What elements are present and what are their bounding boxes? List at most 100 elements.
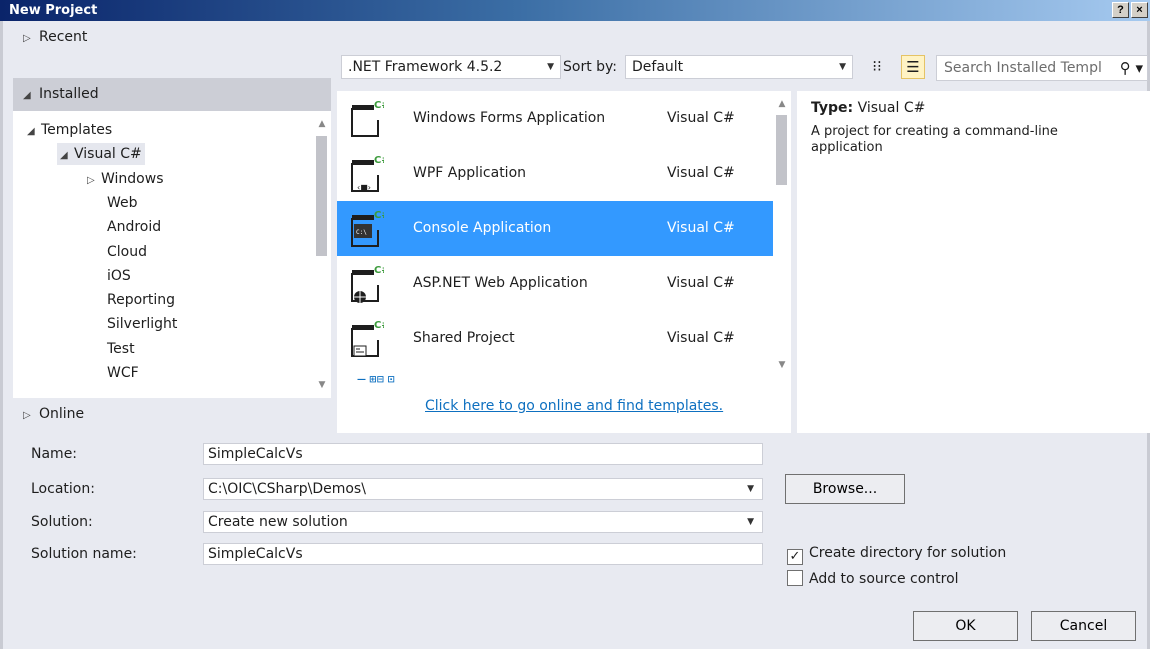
template-item[interactable]: C# ‹■› WPF Application Visual C#: [337, 146, 773, 201]
scroll-down-icon[interactable]: ▼: [773, 356, 791, 374]
online-templates-link[interactable]: Click here to go online and find templat…: [425, 398, 723, 414]
template-name: ASP.NET Web Application: [413, 275, 588, 291]
solution-name-label: Solution name:: [31, 546, 137, 562]
tree-item[interactable]: Silverlight: [107, 313, 177, 335]
collapse-arrow-icon[interactable]: ◢: [27, 121, 41, 143]
category-installed[interactable]: ◢ Installed: [13, 78, 331, 111]
solution-name-input[interactable]: SimpleCalcVs: [203, 543, 763, 565]
scroll-up-icon[interactable]: ▲: [773, 95, 791, 113]
svg-text:C#: C#: [374, 210, 384, 221]
tree-item[interactable]: Test: [107, 338, 135, 360]
scroll-up-icon[interactable]: ▲: [313, 115, 331, 133]
wpf-icon: C# ‹■›: [350, 153, 390, 193]
ok-button[interactable]: OK: [913, 611, 1018, 641]
dialog-body: ▷ Recent ◢ Installed ◢ Templates ◢ Visual C# ▷…: [0, 21, 1150, 649]
template-language: Visual C#: [667, 220, 735, 236]
checkbox-checked-icon[interactable]: ✓: [787, 549, 803, 565]
template-language: Visual C#: [667, 110, 735, 126]
location-select[interactable]: C:\OIC\CSharp\Demos\ ▼: [203, 478, 763, 500]
category-recent[interactable]: ▷ Recent: [13, 21, 331, 54]
expand-arrow-icon: ▷: [23, 33, 31, 44]
tree-item-label: Windows: [101, 170, 164, 187]
small-icons-view-icon[interactable]: ⁝⁝: [865, 55, 889, 79]
checkbox-unchecked-icon[interactable]: [787, 570, 803, 586]
template-language: Visual C#: [667, 330, 735, 346]
collapse-arrow-icon: ◢: [23, 90, 31, 101]
tree-item-label: Cloud: [107, 243, 147, 260]
solution-label: Solution:: [31, 514, 93, 530]
svg-text:C#: C#: [374, 100, 384, 111]
svg-text:C#: C#: [374, 265, 384, 276]
tree-item-label: Visual C#: [74, 146, 142, 163]
aspnet-icon: C#: [350, 263, 390, 303]
template-name: Console Application: [413, 220, 552, 236]
tree-item-label: Reporting: [107, 292, 176, 309]
tree-item-label: iOS: [107, 267, 131, 284]
close-button[interactable]: ×: [1131, 2, 1148, 18]
expand-arrow-icon: ▷: [23, 410, 31, 421]
type-label: Type:: [811, 100, 854, 116]
svg-text:C:\: C:\: [356, 229, 367, 236]
template-item[interactable]: C# Shared Project Visual C#: [337, 311, 773, 366]
tree-item-label: Android: [107, 219, 162, 236]
console-icon: C# C:\: [350, 208, 390, 248]
tree-item[interactable]: Android: [107, 216, 161, 238]
template-item[interactable]: C# Windows Forms Application Visual C#: [337, 91, 773, 146]
more-templates-icon: — ⊞⊟ ⊡: [357, 375, 395, 385]
template-item[interactable]: C# C:\ Console Application Visual C#: [337, 201, 773, 256]
template-language: Visual C#: [667, 165, 735, 181]
name-input[interactable]: SimpleCalcVs: [203, 443, 763, 465]
svg-text:C#: C#: [374, 320, 384, 331]
tree-item[interactable]: ◢ Templates: [27, 119, 112, 141]
shared-project-icon: C#: [350, 318, 390, 358]
template-name: Shared Project: [413, 330, 515, 346]
search-icon[interactable]: ⚲ ▾: [1115, 56, 1143, 80]
description-panel: Type: Visual C# A project for creating a…: [797, 91, 1150, 433]
search-input[interactable]: Search Installed Templ ⚲ ▾: [936, 55, 1148, 81]
svg-text:‹■›: ‹■›: [357, 183, 371, 192]
template-name: Windows Forms Application: [413, 110, 606, 126]
tree-item[interactable]: Web: [107, 192, 138, 214]
scroll-thumb[interactable]: [776, 115, 787, 185]
winforms-icon: C#: [350, 98, 390, 138]
scroll-thumb[interactable]: [316, 136, 327, 256]
create-directory-checkbox[interactable]: ✓ Create directory for solution: [787, 543, 1006, 565]
tree-item-label: WCF: [107, 365, 139, 381]
tree-scrollbar[interactable]: ▲ ▼: [313, 111, 331, 398]
sort-select[interactable]: Default ▼: [625, 55, 853, 79]
expand-arrow-icon[interactable]: ▷: [87, 170, 101, 192]
help-button[interactable]: ?: [1112, 2, 1129, 18]
window-title: New Project: [9, 3, 98, 18]
tree-item[interactable]: Reporting: [107, 289, 175, 311]
tree-item[interactable]: Cloud: [107, 241, 147, 263]
svg-text:C#: C#: [374, 155, 384, 166]
template-list: C# Windows Forms Application Visual C# C# ‹■…: [337, 91, 791, 433]
tree-item[interactable]: ◢ Visual C#: [57, 143, 145, 167]
tree-item-label: Test: [107, 340, 135, 357]
dropdown-arrow-icon: ▼: [747, 517, 754, 527]
list-view-icon[interactable]: ☰: [901, 55, 925, 79]
type-value: Visual C#: [857, 100, 926, 116]
sort-by-label: Sort by:: [563, 59, 618, 75]
framework-select[interactable]: .NET Framework 4.5.2 ▼: [341, 55, 561, 79]
tree-item-label: Web: [107, 194, 138, 211]
name-label: Name:: [31, 446, 78, 462]
dropdown-arrow-icon: ▼: [839, 62, 846, 72]
tree-item[interactable]: WCF: [107, 362, 139, 384]
template-tree: ◢ Templates ◢ Visual C# ▷ Windows Web Android Cl…: [13, 111, 331, 398]
tree-item[interactable]: iOS: [107, 265, 131, 287]
tree-item[interactable]: ▷ Windows: [87, 168, 164, 190]
category-online[interactable]: ▷ Online: [13, 398, 331, 431]
template-scrollbar[interactable]: ▲ ▼: [773, 91, 791, 381]
scroll-down-icon[interactable]: ▼: [313, 376, 331, 394]
template-language: Visual C#: [667, 275, 735, 291]
dropdown-arrow-icon: ▼: [547, 62, 554, 72]
browse-button[interactable]: Browse...: [785, 474, 905, 504]
collapse-arrow-icon[interactable]: ◢: [60, 145, 74, 167]
cancel-button[interactable]: Cancel: [1031, 611, 1136, 641]
dropdown-arrow-icon: ▼: [747, 484, 754, 494]
template-item[interactable]: C# ASP.NET Web Application Visual C#: [337, 256, 773, 311]
description-text: A project for creating a command-line ap…: [811, 124, 1058, 155]
solution-select[interactable]: Create new solution ▼: [203, 511, 763, 533]
source-control-checkbox[interactable]: Add to source control: [787, 569, 959, 589]
